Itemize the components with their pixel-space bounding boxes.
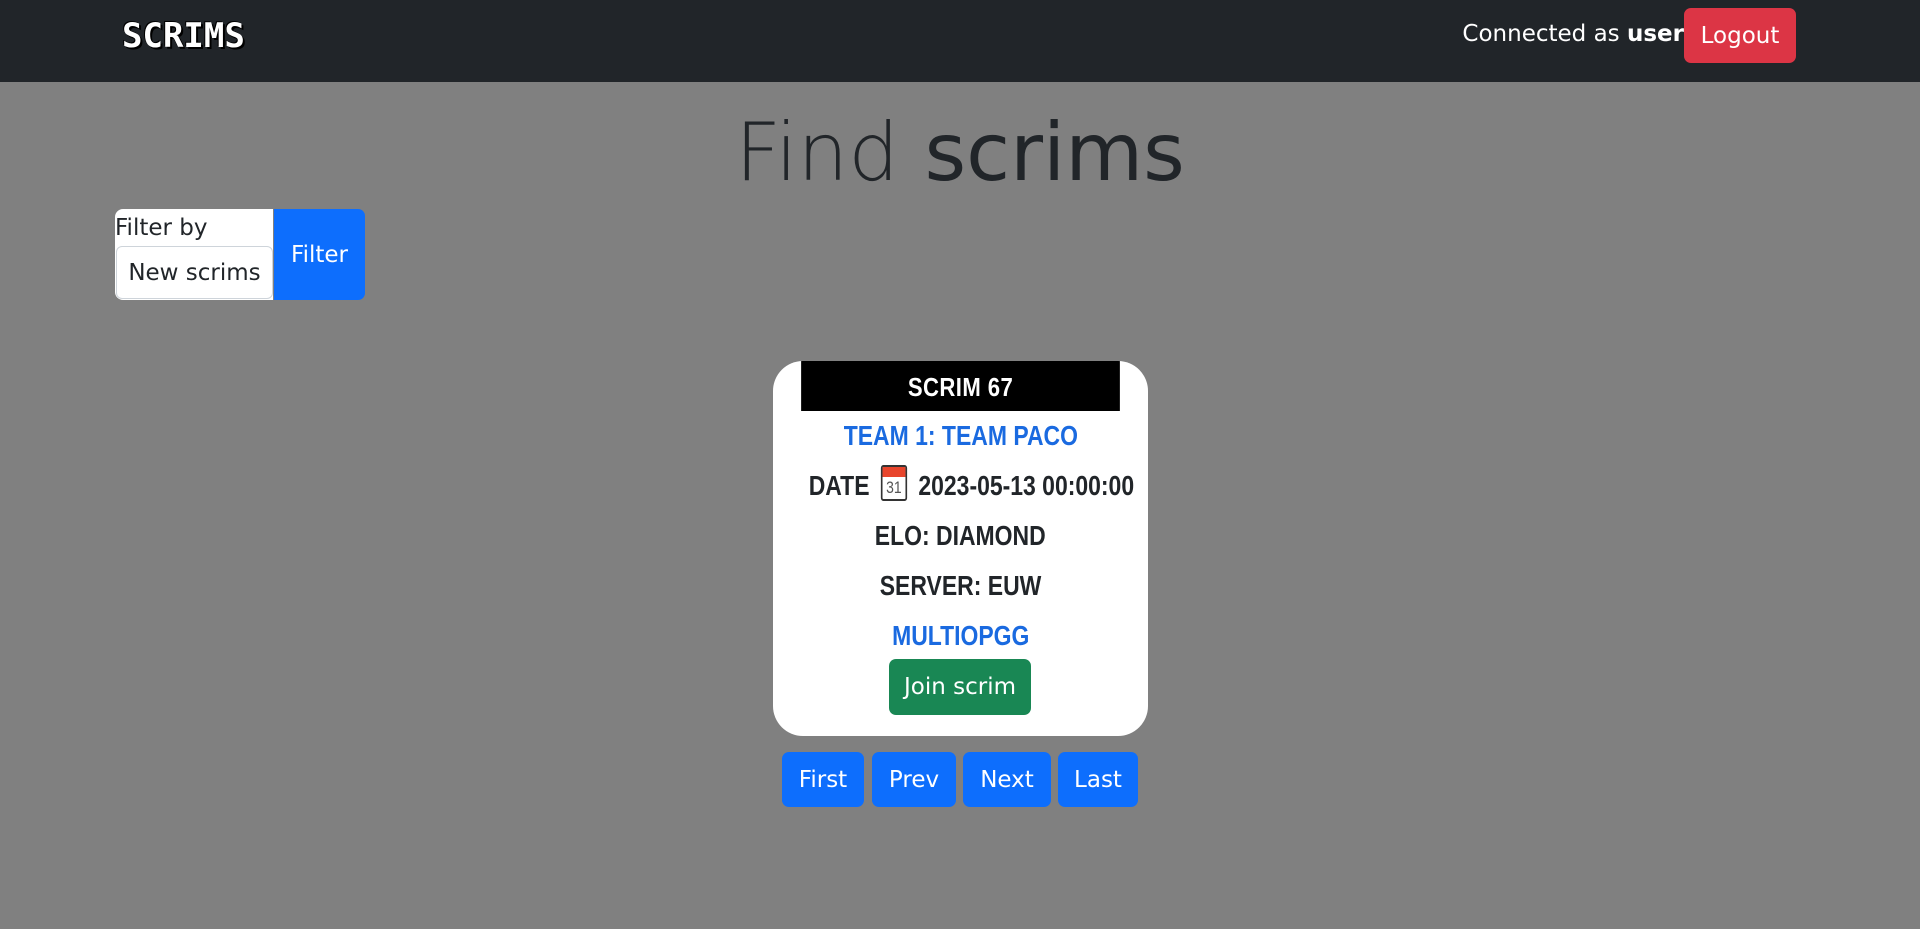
logout-button[interactable]: Logout (1684, 8, 1796, 63)
page-title-light: Find (735, 106, 900, 199)
scrim-elo: ELO: DIAMOND (875, 520, 1046, 551)
pagination-prev-button[interactable]: Prev (872, 752, 956, 807)
filter-group: Filter by New scrims (115, 209, 273, 300)
scrim-multiopgg-row: MULTIOPGG (773, 611, 1148, 661)
calendar-day: 31 (886, 478, 902, 497)
navbar: SCRIMS Connected as user Logout (0, 0, 1920, 82)
scrim-card: SCRIM 67 TEAM 1: TEAM PACO DATE 31 2023-… (773, 361, 1148, 736)
scrim-team-row: TEAM 1: TEAM PACO (773, 411, 1148, 461)
scrim-elo-row: ELO: DIAMOND (773, 511, 1148, 561)
scrim-team-link[interactable]: TEAM 1: TEAM PACO (843, 411, 1077, 461)
filter-label: Filter by (115, 215, 208, 241)
scrim-server: SERVER: EUW (879, 570, 1042, 601)
calendar-icon: 31 (880, 465, 908, 501)
scrim-server-row: SERVER: EUW (773, 561, 1148, 611)
filter-button[interactable]: Filter (274, 209, 365, 300)
page-title: Find scrims (0, 98, 1920, 208)
site-logo[interactable]: SCRIMS (122, 16, 262, 56)
filter-select[interactable]: New scrims (116, 246, 273, 299)
scrim-date-label: DATE (808, 470, 870, 501)
username: user (1626, 21, 1684, 47)
pagination-first-button[interactable]: First (782, 752, 864, 807)
scrim-date-row: DATE 31 2023-05-13 00:00:00 (773, 461, 1148, 511)
connected-prefix: Connected as (1462, 21, 1620, 47)
scrim-date-value: 2023-05-13 00:00:00 (918, 470, 1135, 501)
page-title-strong: scrims (924, 106, 1185, 199)
scrim-card-header: SCRIM 67 (801, 361, 1120, 411)
pagination-last-button[interactable]: Last (1058, 752, 1138, 807)
join-scrim-button[interactable]: Join scrim (889, 659, 1031, 715)
connected-status: Connected as user (1462, 18, 1684, 50)
pagination-next-button[interactable]: Next (963, 752, 1051, 807)
multiopgg-link[interactable]: MULTIOPGG (892, 611, 1029, 661)
